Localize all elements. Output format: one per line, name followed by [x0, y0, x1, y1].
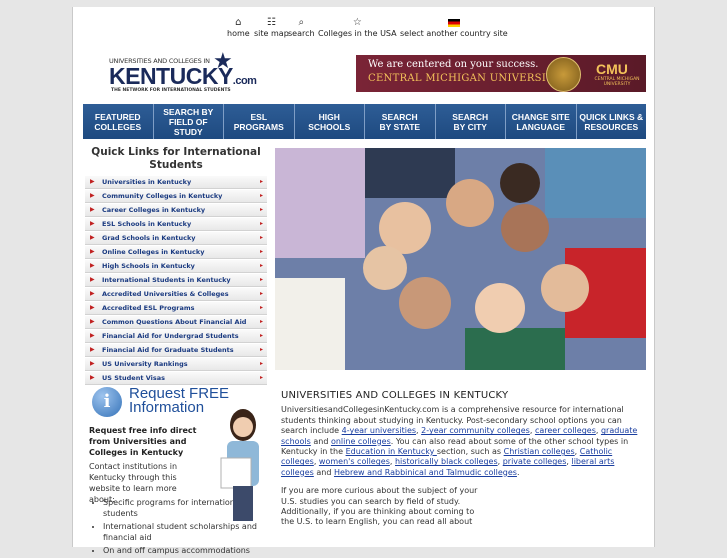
- nav-high-schools[interactable]: HIGH SCHOOLS: [294, 104, 365, 139]
- bullet-icon: ▶: [90, 318, 95, 325]
- quick-link-financial-aid-graduate[interactable]: ▶ Financial Aid for Graduate Students ▸: [85, 344, 267, 357]
- star-icon: ☆: [352, 17, 362, 28]
- quick-link-financial-aid-questions[interactable]: ▶ Common Questions About Financial Aid ▸: [85, 316, 267, 329]
- country-select-link[interactable]: select another country site: [400, 17, 508, 38]
- bullet-icon: ▶: [90, 234, 95, 241]
- arrow-right-icon: ▸: [259, 248, 263, 255]
- nav-featured-colleges[interactable]: FEATURED COLLEGES: [83, 104, 154, 139]
- bullet-icon: ▶: [90, 276, 95, 283]
- arrow-right-icon: ▸: [259, 178, 263, 185]
- bullet-icon: ▶: [90, 178, 95, 185]
- arrow-right-icon: ▸: [259, 304, 263, 311]
- search-icon: ⌕: [298, 17, 305, 28]
- students-photo: [275, 148, 646, 370]
- arrow-right-icon: ▸: [259, 234, 263, 241]
- student-girl-image: [220, 409, 259, 521]
- request-info-box[interactable]: i Request FREE Information Request free …: [87, 383, 269, 555]
- bullet-icon: ▶: [90, 262, 95, 269]
- link-4-year-universities[interactable]: 4-year universities: [342, 426, 416, 435]
- quick-links-list: ▶ Universities in Kentucky ▸ ▶ Community Co…: [85, 176, 267, 386]
- nav-search-by-city[interactable]: SEARCH BY CITY: [435, 104, 506, 139]
- home-link[interactable]: ⌂ home: [227, 17, 250, 38]
- quick-link-universities[interactable]: ▶ Universities in Kentucky ▸: [85, 176, 267, 189]
- quick-link-international-students[interactable]: ▶ International Students in Kentucky ▸: [85, 274, 267, 287]
- search-link[interactable]: ⌕ search: [288, 17, 315, 38]
- request-title: Request FREE Information: [129, 385, 230, 416]
- link-education-in-kentucky[interactable]: Education in Kentucky: [346, 447, 437, 456]
- nav-search-field-of-study[interactable]: SEARCH BY FIELD OF STUDY: [153, 104, 224, 139]
- link-career-colleges[interactable]: career colleges: [535, 426, 596, 435]
- link-2-year-community-colleges[interactable]: 2-year community colleges: [421, 426, 530, 435]
- hero-image-students: [275, 148, 646, 370]
- site-map-link[interactable]: ☷ site map: [254, 17, 289, 38]
- arrow-right-icon: ▸: [259, 276, 263, 283]
- bullet-icon: ▶: [90, 220, 95, 227]
- link-hebrew-colleges[interactable]: Hebrew and Rabbinical and Talmudic colle…: [334, 468, 517, 477]
- link-womens-colleges[interactable]: women's colleges: [319, 457, 390, 466]
- quick-link-esl-schools[interactable]: ▶ ESL Schools in Kentucky ▸: [85, 218, 267, 231]
- arrow-right-icon: ▸: [259, 262, 263, 269]
- quick-link-career-colleges[interactable]: ▶ Career Colleges in Kentucky ▸: [85, 204, 267, 217]
- nav-esl-programs[interactable]: ESL PROGRAMS: [224, 104, 295, 139]
- list-item: On and off campus accommodations: [103, 545, 273, 556]
- quick-link-financial-aid-undergrad[interactable]: ▶ Financial Aid for Undergrad Students ▸: [85, 330, 267, 343]
- quick-link-grad-schools[interactable]: ▶ Grad Schools in Kentucky ▸: [85, 232, 267, 245]
- home-icon: ⌂: [235, 17, 242, 28]
- arrow-right-icon: ▸: [259, 346, 263, 353]
- quick-link-community-colleges[interactable]: ▶ Community Colleges in Kentucky ▸: [85, 190, 267, 203]
- arrow-right-icon: ▸: [259, 192, 263, 199]
- quick-link-accredited-esl[interactable]: ▶ Accredited ESL Programs ▸: [85, 302, 267, 315]
- article-paragraph: UniversitiesandCollegesinKentucky.com is…: [281, 405, 638, 477]
- arrow-right-icon: ▸: [259, 360, 263, 367]
- main-nav: FEATURED COLLEGES SEARCH BY FIELD OF STUDY…: [83, 104, 646, 139]
- article-heading: UNIVERSITIES AND COLLEGES IN KENTUCKY: [281, 390, 509, 401]
- colleges-usa-link[interactable]: ☆ Colleges in the USA: [318, 17, 397, 38]
- link-historically-black-colleges[interactable]: historically black colleges: [395, 457, 498, 466]
- arrow-right-icon: ▸: [259, 318, 263, 325]
- bullet-icon: ▶: [90, 332, 95, 339]
- link-private-colleges[interactable]: private colleges: [503, 457, 567, 466]
- quick-link-high-schools[interactable]: ▶ High Schools in Kentucky ▸: [85, 260, 267, 273]
- nav-search-by-state[interactable]: SEARCH BY STATE: [365, 104, 436, 139]
- arrow-right-icon: ▸: [259, 332, 263, 339]
- link-christian-colleges[interactable]: Christian colleges: [504, 447, 575, 456]
- german-flag-icon: [447, 19, 460, 27]
- info-icon: i: [92, 387, 122, 417]
- article-paragraph-2: If you are more curious about the subjec…: [281, 486, 478, 527]
- bullet-icon: ▶: [90, 304, 95, 311]
- bullet-icon: ▶: [90, 346, 95, 353]
- nav-change-language[interactable]: CHANGE SITE LANGUAGE: [506, 104, 577, 139]
- site-logo[interactable]: UNIVERSITIES AND COLLEGES IN ★ KENTUCKY.…: [109, 49, 259, 99]
- main-article: UNIVERSITIES AND COLLEGES IN KENTUCKY Un…: [281, 390, 646, 536]
- page-container: ⌂ home ☷ site map ⌕ search ☆ Colleges in…: [72, 7, 655, 555]
- quick-links-title: Quick Links for International Students: [91, 146, 261, 171]
- bullet-icon: ▶: [90, 206, 95, 213]
- link-online-colleges[interactable]: online colleges: [331, 437, 391, 446]
- site-map-icon: ☷: [266, 17, 276, 28]
- bullet-icon: ▶: [90, 192, 95, 199]
- top-nav: ⌂ home ☷ site map ⌕ search ☆ Colleges in…: [73, 17, 654, 45]
- quick-link-accredited-universities[interactable]: ▶ Accredited Universities & Colleges ▸: [85, 288, 267, 301]
- arrow-right-icon: ▸: [259, 290, 263, 297]
- banner-ad[interactable]: We are centered on your success. CENTRAL…: [356, 55, 646, 92]
- arrow-right-icon: ▸: [259, 220, 263, 227]
- university-seal-icon: [546, 57, 581, 92]
- nav-quick-links[interactable]: QUICK LINKS & RESOURCES: [576, 104, 646, 139]
- bullet-icon: ▶: [90, 360, 95, 367]
- arrow-right-icon: ▸: [259, 206, 263, 213]
- list-item: International student scholarships and f…: [103, 521, 273, 543]
- quick-link-online-colleges[interactable]: ▶ Online Colleges in Kentucky ▸: [85, 246, 267, 259]
- bullet-icon: ▶: [90, 290, 95, 297]
- quick-link-rankings[interactable]: ▶ US University Rankings ▸: [85, 358, 267, 371]
- bullet-icon: ▶: [90, 248, 95, 255]
